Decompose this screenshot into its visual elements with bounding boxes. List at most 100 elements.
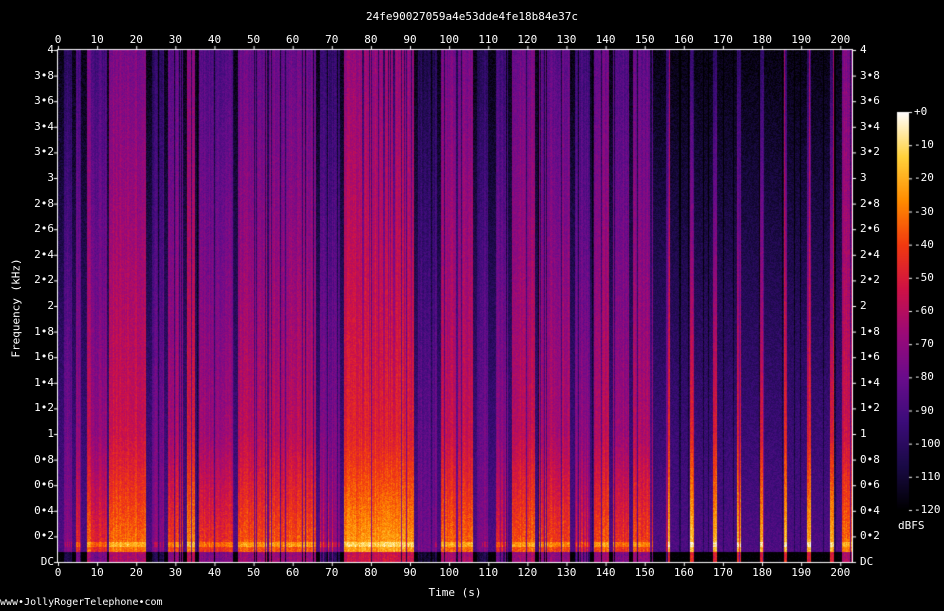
y-tick-label-left: 3•8 [34, 68, 54, 82]
y-tick-label-right: 3•2 [860, 145, 880, 159]
y-tick-label-right: 0•6 [860, 478, 880, 492]
x-tick-label-top: 170 [712, 33, 733, 46]
x-tick-label-top: 120 [517, 33, 538, 46]
x-tick-label-top: 140 [595, 33, 616, 46]
x-tick-label-top: 20 [129, 33, 143, 46]
colorbar-tick-label: -20 [914, 171, 934, 185]
y-tick-label-right: 3 [860, 171, 867, 184]
y-tick-label-left: 0•4 [34, 503, 54, 517]
y-tick-label-left: 2 [47, 299, 54, 312]
x-tick-label-top: 30 [168, 33, 182, 46]
colorbar-tick-label: -70 [914, 337, 934, 351]
colorbar-tick-label: -80 [914, 370, 934, 384]
x-tick-label-bottom: 70 [325, 566, 339, 579]
colorbar-tick-label: -60 [914, 304, 934, 317]
x-tick-label-bottom: 130 [556, 566, 577, 579]
colorbar-tick-label: -10 [914, 138, 934, 152]
spectrogram-canvas [0, 0, 944, 611]
y-tick-label-left: 1•8 [34, 324, 54, 338]
colorbar-unit: dBFS [898, 519, 925, 532]
x-tick-label-top: 60 [286, 33, 300, 46]
x-tick-label-bottom: 90 [403, 566, 417, 579]
x-tick-label-bottom: 30 [168, 566, 182, 579]
colorbar-tick-label: -110 [914, 469, 941, 483]
y-tick-label-left: 2•2 [34, 273, 54, 287]
x-tick-label-top: 200 [830, 33, 851, 46]
x-tick-label-bottom: 190 [791, 566, 812, 579]
colorbar-tick-label: -50 [914, 270, 934, 284]
y-tick-label-right: 0•8 [860, 452, 880, 466]
credit-text: www•JollyRogerTelephone•com [0, 597, 163, 608]
y-tick-label-right: 1•2 [860, 401, 880, 415]
y-tick-label-right: 2•8 [860, 196, 880, 210]
y-tick-label-left: 3•6 [34, 94, 54, 108]
y-tick-label-left: 3 [47, 171, 54, 184]
x-tick-label-bottom: 100 [439, 566, 460, 579]
y-tick-label-right: 2•2 [860, 273, 880, 287]
y-tick-label-left: 1•2 [34, 401, 54, 415]
x-tick-label-top: 10 [90, 33, 104, 46]
x-tick-label-top: 190 [791, 33, 812, 46]
x-tick-label-bottom: 170 [712, 566, 733, 579]
y-tick-label-left: 1 [47, 427, 54, 440]
x-tick-label-top: 80 [364, 33, 378, 46]
y-tick-label-left: 2•4 [34, 247, 54, 261]
y-tick-label-left: 2•8 [34, 196, 54, 210]
x-tick-label-bottom: 200 [830, 566, 851, 579]
y-tick-label-left: 0•2 [34, 529, 54, 543]
y-tick-label-left: 1•6 [34, 350, 54, 364]
x-tick-label-top: 70 [325, 33, 339, 46]
y-tick-label-left: 0•8 [34, 452, 54, 466]
x-tick-label-bottom: 20 [129, 566, 143, 579]
y-tick-label-left: 0•6 [34, 478, 54, 492]
x-tick-label-bottom: 80 [364, 566, 378, 579]
y-tick-label-right: 0•2 [860, 529, 880, 543]
x-tick-label-bottom: 150 [634, 566, 655, 579]
colorbar-tick-label: -100 [914, 436, 941, 450]
x-tick-label-top: 130 [556, 33, 577, 46]
y-tick-label-right: 2•4 [860, 247, 880, 261]
x-tick-label-bottom: 120 [517, 566, 538, 579]
y-tick-label-left: 3•4 [34, 119, 54, 133]
x-tick-label-top: 160 [673, 33, 694, 46]
y-tick-label-right: 3•6 [860, 94, 880, 108]
x-tick-label-bottom: 140 [595, 566, 616, 579]
colorbar-tick-label: -40 [914, 237, 934, 251]
y-tick-label-left: DC [40, 555, 54, 568]
x-tick-label-top: 100 [439, 33, 460, 46]
colorbar-tick-label: -30 [914, 204, 934, 218]
x-tick-label-top: 110 [478, 33, 499, 46]
y-tick-label-right: 2•6 [860, 222, 880, 236]
y-tick-label-right: 3•8 [860, 68, 880, 82]
x-tick-label-bottom: 50 [246, 566, 261, 579]
x-tick-label-bottom: 180 [752, 566, 772, 579]
y-tick-label-right: DC [860, 555, 874, 568]
x-tick-label-bottom: 160 [673, 566, 694, 579]
y-tick-label-right: 1•6 [860, 350, 880, 364]
x-tick-label-bottom: 110 [478, 566, 499, 579]
x-tick-label-top: 180 [752, 33, 772, 46]
y-tick-label-right: 0•4 [860, 503, 880, 517]
x-tick-label-bottom: 10 [90, 566, 104, 579]
y-tick-label-right: 1•8 [860, 324, 880, 338]
colorbar-tick-label: -120 [914, 503, 941, 516]
x-tick-label-top: 90 [403, 33, 417, 46]
y-tick-label-right: 1 [860, 427, 867, 440]
x-tick-label-bottom: 40 [207, 566, 222, 579]
colorbar-tick-label: +0 [914, 105, 928, 118]
x-tick-label-bottom: 60 [286, 566, 300, 579]
chart-title: 24fe90027059a4e53dde4fe18b84e37c [366, 10, 578, 23]
x-tick-label-top: 150 [634, 33, 655, 46]
y-tick-label-right: 3•4 [860, 119, 880, 133]
y-tick-label-right: 2 [860, 299, 867, 312]
y-tick-label-right: 4 [860, 43, 867, 56]
x-tick-label-top: 50 [246, 33, 261, 46]
x-tick-label-top: 40 [207, 33, 222, 46]
y-tick-label-left: 3•2 [34, 145, 54, 159]
y-tick-label-right: 1•4 [860, 375, 880, 389]
x-axis-label: Time (s) [428, 586, 482, 599]
y-tick-label-left: 4 [47, 43, 54, 56]
y-tick-label-left: 2•6 [34, 222, 54, 236]
colorbar-tick-label: -90 [914, 403, 934, 417]
y-tick-label-left: 1•4 [34, 375, 54, 389]
